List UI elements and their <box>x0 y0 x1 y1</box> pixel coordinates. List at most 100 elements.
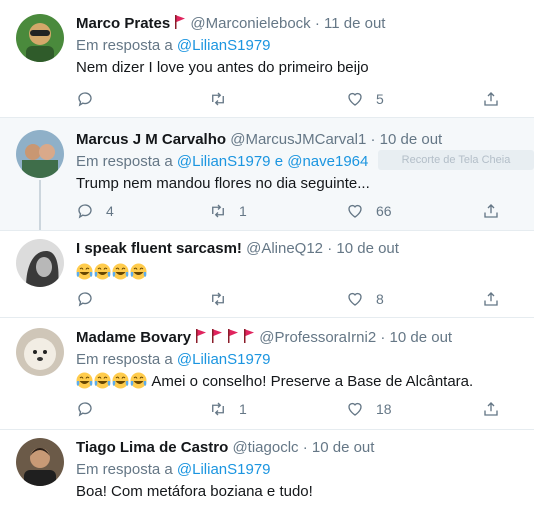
user-handle[interactable]: @Marconielebock <box>190 15 310 32</box>
reply-prefix: Em resposta a <box>76 37 173 54</box>
mention-link[interactable]: @LilianS1979 <box>177 37 271 54</box>
share-button[interactable] <box>482 398 500 420</box>
laughing-tears-emoji-icon <box>76 263 93 280</box>
tweet-text: Amei o conselho! Preserve a Base de Alcâ… <box>151 373 474 390</box>
laughing-tears-emoji-icon <box>94 263 111 280</box>
mention-link[interactable]: @LilianS1979 <box>177 351 271 368</box>
mention-link[interactable]: @LilianS1979 <box>177 461 271 478</box>
display-name[interactable]: Tiago Lima de Castro <box>76 439 228 456</box>
display-name[interactable]: I speak fluent sarcasm! <box>76 240 242 257</box>
reply-context: Em resposta a @LilianS1979 <box>76 460 526 480</box>
timestamp[interactable]: 10 de out <box>380 131 443 148</box>
reply-icon <box>76 290 94 308</box>
separator-dot: · <box>370 131 376 148</box>
like-count: 18 <box>376 401 392 417</box>
laughing-tears-emoji-icon <box>112 372 129 389</box>
heart-icon <box>346 400 364 418</box>
share-icon <box>482 202 500 220</box>
tweet-header: Tiago Lima de Castro @tiagoclc · 10 de o… <box>76 438 526 458</box>
reply-icon <box>76 400 94 418</box>
laughing-tears-emoji-icon <box>130 263 147 280</box>
laughing-tears-emoji-icon <box>94 372 111 389</box>
like-count: 66 <box>376 203 392 219</box>
reply-count: 4 <box>106 203 114 219</box>
like-button[interactable]: 5 <box>346 88 384 110</box>
retweet-icon <box>209 202 227 220</box>
reply-prefix: Em resposta a <box>76 461 173 478</box>
timestamp[interactable]: 10 de out <box>390 329 453 346</box>
user-handle[interactable]: @ProfessoraIrni2 <box>259 329 376 346</box>
tweet-text: Nem dizer I love you antes do primeiro b… <box>76 59 369 76</box>
share-button[interactable] <box>482 288 500 310</box>
red-flag-icon <box>174 15 186 29</box>
timestamp[interactable]: 10 de out <box>336 240 399 257</box>
timestamp[interactable]: 10 de out <box>312 439 375 456</box>
like-count: 8 <box>376 291 384 307</box>
laughing-tears-emoji-icon <box>76 372 93 389</box>
red-flag-icon <box>227 329 239 343</box>
mention-link-2[interactable]: @nave1964 <box>287 153 368 170</box>
tweet-marcus-carvalho[interactable]: Marcus J M Carvalho @MarcusJMCarval1 · 1… <box>0 118 534 230</box>
reply-conjunction: e <box>274 153 284 170</box>
reply-button[interactable] <box>76 88 106 110</box>
separator-dot: · <box>302 439 308 456</box>
display-name[interactable]: Marco Prates <box>76 15 170 32</box>
reply-prefix: Em resposta a <box>76 351 173 368</box>
share-icon <box>482 400 500 418</box>
reply-context: Em resposta a @LilianS1979 <box>76 36 526 56</box>
heart-icon <box>346 90 364 108</box>
display-name[interactable]: Marcus J M Carvalho <box>76 131 226 148</box>
thread-connector-line <box>39 180 41 230</box>
avatar[interactable] <box>16 239 64 287</box>
tweet-header: Marcus J M Carvalho @MarcusJMCarval1 · 1… <box>76 130 526 150</box>
avatar[interactable] <box>16 438 64 486</box>
laughing-tears-emoji-icon <box>130 372 147 389</box>
retweet-button[interactable]: 1 <box>209 398 247 420</box>
tweet-text <box>76 263 526 283</box>
reply-button[interactable]: 4 <box>76 200 114 222</box>
like-button[interactable]: 18 <box>346 398 392 420</box>
tweet-tiago-castro[interactable]: Tiago Lima de Castro @tiagoclc · 10 de o… <box>0 430 534 506</box>
retweet-button[interactable]: 1 <box>209 200 247 222</box>
avatar[interactable] <box>16 14 64 62</box>
user-handle[interactable]: @tiagoclc <box>232 439 298 456</box>
tweet-text: Boa! Com metáfora boziana e tudo! <box>76 483 313 500</box>
reply-prefix: Em resposta a <box>76 153 173 170</box>
retweet-count: 1 <box>239 401 247 417</box>
heart-icon <box>346 202 364 220</box>
reply-icon <box>76 90 94 108</box>
separator-dot: · <box>327 240 333 257</box>
reply-icon <box>76 202 94 220</box>
like-button[interactable]: 66 <box>346 200 392 222</box>
tweet-marco-prates[interactable]: Marco Prates @Marconielebock · 11 de out… <box>0 0 534 118</box>
retweet-icon <box>209 90 227 108</box>
red-flag-icon <box>243 329 255 343</box>
avatar[interactable] <box>16 130 64 178</box>
tweet-header: Marco Prates @Marconielebock · 11 de out <box>76 14 526 34</box>
display-name[interactable]: Madame Bovary <box>76 329 191 346</box>
user-handle[interactable]: @MarcusJMCarval1 <box>230 131 366 148</box>
like-count: 5 <box>376 91 384 107</box>
share-button[interactable] <box>482 200 500 222</box>
tweet-aline[interactable]: I speak fluent sarcasm! @AlineQ12 · 10 d… <box>0 230 534 318</box>
timestamp[interactable]: 11 de out <box>324 15 385 32</box>
reply-button[interactable] <box>76 398 106 420</box>
retweet-button[interactable] <box>209 88 239 110</box>
reply-button[interactable] <box>76 288 106 310</box>
mention-link[interactable]: @LilianS1979 <box>177 153 271 170</box>
heart-icon <box>346 290 364 308</box>
tweet-madame-bovary[interactable]: Madame Bovary @ProfessoraIrni2 · 10 de o… <box>0 318 534 430</box>
avatar[interactable] <box>16 328 64 376</box>
reply-context: Em resposta a @LilianS1979 <box>76 350 526 370</box>
retweet-icon <box>209 400 227 418</box>
tweet-header: I speak fluent sarcasm! @AlineQ12 · 10 d… <box>76 239 526 259</box>
retweet-button[interactable] <box>209 288 239 310</box>
tweet-header: Madame Bovary @ProfessoraIrni2 · 10 de o… <box>76 328 526 348</box>
like-button[interactable]: 8 <box>346 288 384 310</box>
tweet-text-row: Amei o conselho! Preserve a Base de Alcâ… <box>76 372 526 392</box>
laughing-tears-emoji-icon <box>112 263 129 280</box>
user-handle[interactable]: @AlineQ12 <box>246 240 323 257</box>
retweet-count: 1 <box>239 203 247 219</box>
share-button[interactable] <box>482 88 500 110</box>
share-icon <box>482 290 500 308</box>
